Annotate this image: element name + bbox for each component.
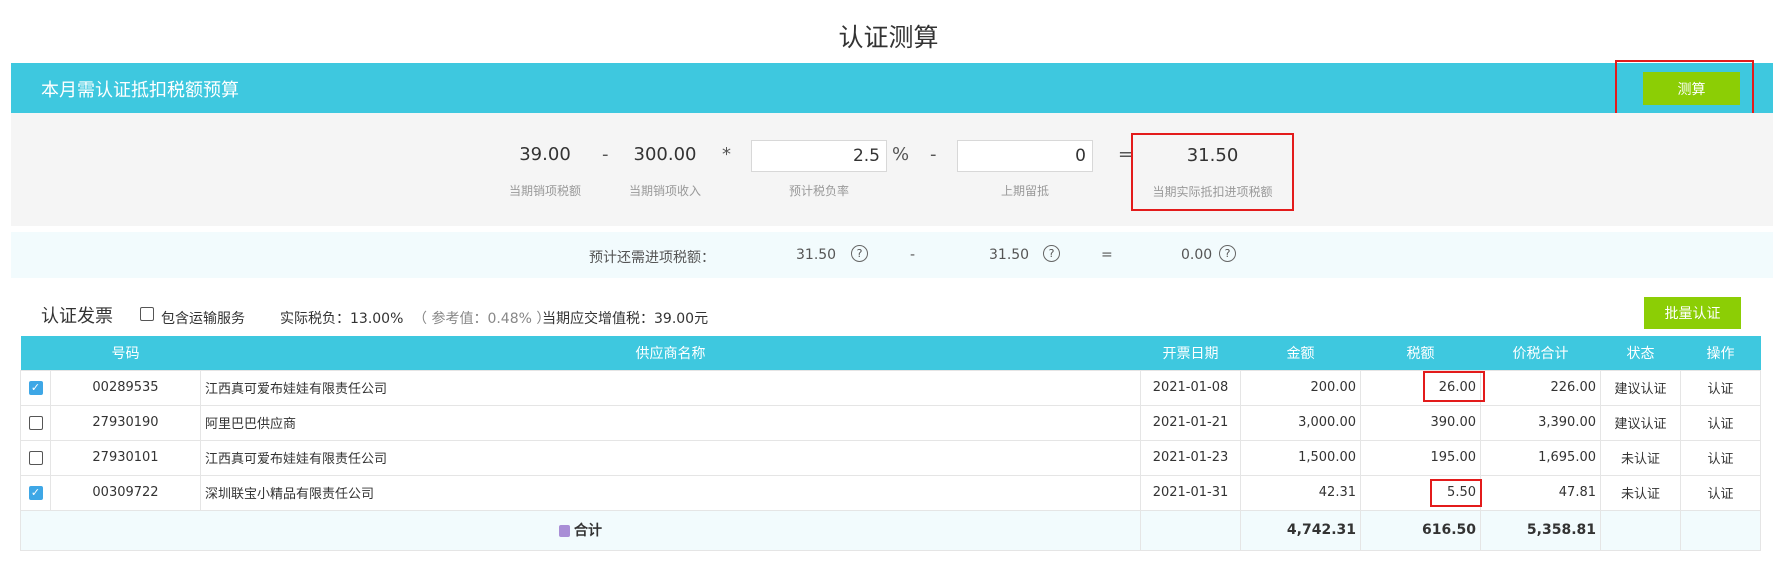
- invoice-date: 2021-01-21: [1140, 404, 1241, 441]
- estimate-row: 预计还需进项税额： 31.50 ? - 31.50 ? = 0.00 ?: [11, 232, 1773, 278]
- col-total: 价税合计: [1480, 336, 1601, 370]
- times-op: *: [722, 144, 731, 165]
- estimate-minus: -: [910, 247, 916, 263]
- invoice-bar: 认证发票 包含运输服务 实际税负：13.00% （ 参考值：0.48% ） 当期…: [11, 285, 1773, 335]
- help-icon[interactable]: ?: [1043, 245, 1060, 262]
- verify-link[interactable]: 认证: [1680, 439, 1761, 476]
- invoice-tax: 390.00: [1360, 404, 1481, 441]
- page-title: 认证测算: [838, 23, 939, 52]
- formula-area: [11, 113, 1773, 226]
- row-checkbox[interactable]: [28, 450, 43, 465]
- col-tax: 税额: [1360, 336, 1481, 370]
- invoice-status: 未认证: [1600, 439, 1681, 476]
- invoice-tax: 5.50: [1360, 474, 1481, 511]
- invoice-date: 2021-01-23: [1140, 439, 1241, 476]
- batch-verify-button[interactable]: 批量认证: [1644, 297, 1741, 329]
- col-number: 号码: [50, 336, 201, 370]
- invoice-total: 47.81: [1480, 474, 1601, 511]
- actual-tax-rate: 实际税负：13.00%: [280, 311, 404, 327]
- invoice-status: 未认证: [1600, 474, 1681, 511]
- sales-income-label: 当期销项收入: [628, 184, 701, 198]
- totals-label: 合计: [574, 523, 602, 539]
- row-checkbox[interactable]: ✓: [28, 380, 43, 395]
- budget-title: 本月需认证抵扣税额预算: [41, 80, 239, 101]
- help-icon[interactable]: ?: [851, 245, 868, 262]
- totals-row: 合计 4,742.31 616.50 5,358.81: [20, 509, 1761, 551]
- totals-total: 5,358.81: [1480, 509, 1601, 551]
- estimate-v3: 0.00: [1181, 247, 1213, 263]
- col-amount: 金额: [1240, 336, 1361, 370]
- col-date: 开票日期: [1140, 336, 1241, 370]
- invoice-table: 号码 供应商名称 开票日期 金额 税额 价税合计 状态 操作 ✓ 0028953…: [20, 336, 1761, 551]
- minus-op: -: [602, 144, 609, 165]
- estimate-equals: =: [1101, 247, 1113, 263]
- invoice-total: 3,390.00: [1480, 404, 1601, 441]
- row-checkbox[interactable]: ✓: [28, 485, 43, 500]
- invoice-date: 2021-01-08: [1140, 369, 1241, 406]
- invoice-number: 00289535: [50, 369, 201, 406]
- help-icon[interactable]: ?: [1219, 245, 1236, 262]
- invoice-amount: 200.00: [1240, 369, 1361, 406]
- tax-rate-label: 预计税负率: [788, 184, 849, 198]
- minus-op-2: -: [930, 144, 937, 165]
- result-highlight: 31.50 当期实际抵扣进项税额: [1131, 133, 1294, 211]
- table-row: 27930101 江西真可爱布娃娃有限责任公司 2021-01-23 1,500…: [20, 439, 1761, 476]
- verify-link[interactable]: 认证: [1680, 404, 1761, 441]
- transport-checkbox[interactable]: [140, 307, 154, 321]
- col-action: 操作: [1680, 336, 1761, 370]
- carryover-label: 上期留抵: [1000, 184, 1049, 198]
- row-checkbox[interactable]: [28, 415, 43, 430]
- totals-amount: 4,742.31: [1240, 509, 1361, 551]
- col-supplier: 供应商名称: [200, 336, 1141, 370]
- invoice-total: 226.00: [1480, 369, 1601, 406]
- table-row: ✓ 00289535 江西真可爱布娃娃有限责任公司 2021-01-08 200…: [20, 369, 1761, 406]
- table-row: ✓ 00309722 深圳联宝小精品有限责任公司 2021-01-31 42.3…: [20, 474, 1761, 511]
- supplier-name: 阿里巴巴供应商: [200, 404, 1141, 441]
- invoice-status: 建议认证: [1600, 404, 1681, 441]
- invoice-number: 00309722: [50, 474, 201, 511]
- invoice-status: 建议认证: [1600, 369, 1681, 406]
- calc-button[interactable]: 测算: [1643, 72, 1740, 105]
- invoice-date: 2021-01-31: [1140, 474, 1241, 511]
- estimate-label: 预计还需进项税额：: [589, 250, 715, 266]
- tax-rate-input[interactable]: [751, 140, 887, 172]
- verify-link[interactable]: 认证: [1680, 369, 1761, 406]
- supplier-name: 江西真可爱布娃娃有限责任公司: [200, 439, 1141, 476]
- invoice-amount: 1,500.00: [1240, 439, 1361, 476]
- table-row: 27930190 阿里巴巴供应商 2021-01-21 3,000.00 390…: [20, 404, 1761, 441]
- invoice-amount: 3,000.00: [1240, 404, 1361, 441]
- table-header: 号码 供应商名称 开票日期 金额 税额 价税合计 状态 操作: [20, 336, 1761, 370]
- carryover-input[interactable]: [957, 140, 1093, 172]
- sales-income-value: 300.00: [633, 144, 697, 165]
- supplier-name: 江西真可爱布娃娃有限责任公司: [200, 369, 1141, 406]
- output-tax-label: 当期销项税额: [508, 184, 581, 198]
- supplier-name: 深圳联宝小精品有限责任公司: [200, 474, 1141, 511]
- totals-tax: 616.50: [1360, 509, 1481, 551]
- vat-payable: 当期应交增值税：39.00元: [542, 311, 709, 327]
- invoice-total: 1,695.00: [1480, 439, 1601, 476]
- invoice-tax: 26.00: [1360, 369, 1481, 406]
- invoice-tax: 195.00: [1360, 439, 1481, 476]
- result-label: 当期实际抵扣进项税额: [1152, 185, 1273, 199]
- transport-label: 包含运输服务: [161, 311, 245, 327]
- invoice-amount: 42.31: [1240, 474, 1361, 511]
- estimate-v1: 31.50: [796, 247, 837, 263]
- output-tax-value: 39.00: [519, 144, 571, 165]
- col-select: [20, 336, 51, 370]
- estimate-v2: 31.50: [989, 247, 1030, 263]
- invoice-number: 27930190: [50, 404, 201, 441]
- percent-sign: %: [892, 144, 910, 165]
- col-status: 状态: [1600, 336, 1681, 370]
- verify-link[interactable]: 认证: [1680, 474, 1761, 511]
- result-value: 31.50: [1186, 145, 1239, 166]
- reference-rate: （ 参考值：0.48% ）: [413, 311, 551, 327]
- invoice-number: 27930101: [50, 439, 201, 476]
- invoice-title: 认证发票: [41, 306, 113, 327]
- total-icon: [559, 525, 570, 537]
- calc-highlight: 测算: [1615, 60, 1754, 116]
- budget-header: 本月需认证抵扣税额预算: [11, 63, 1773, 113]
